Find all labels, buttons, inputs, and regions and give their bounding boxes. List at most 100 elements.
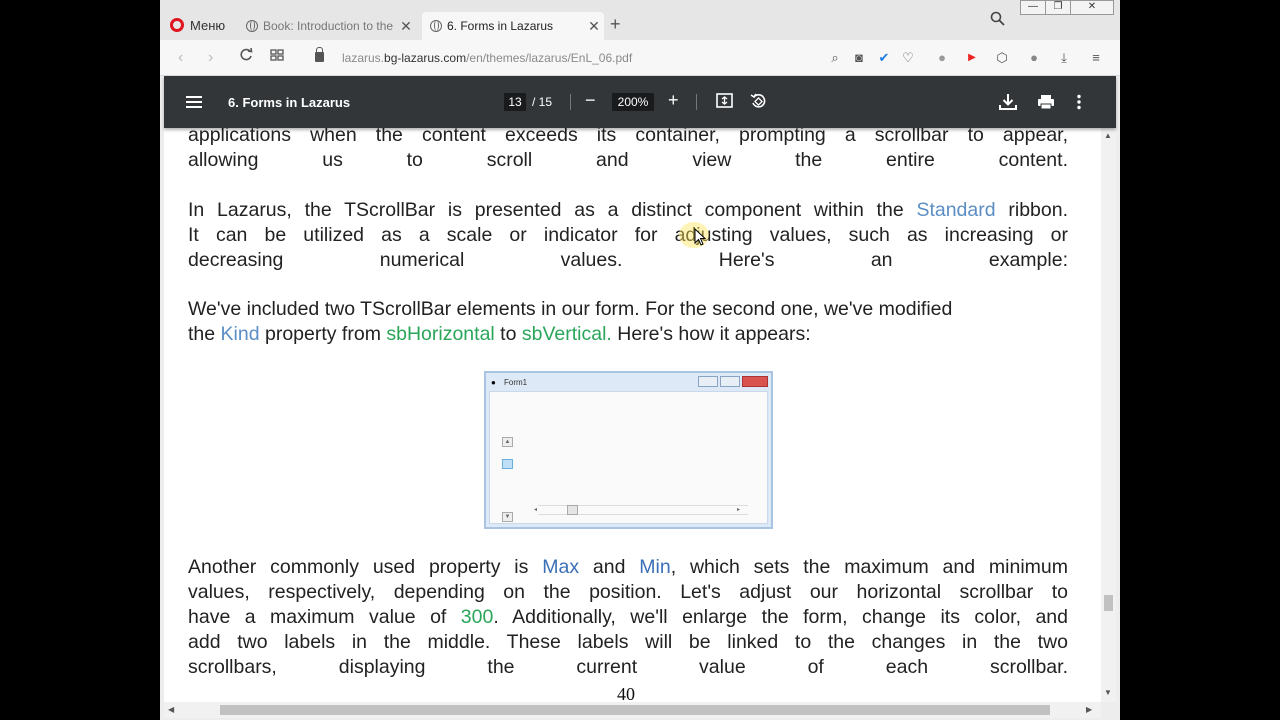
- text-line: scrollbars, displaying the current value…: [188, 656, 1068, 678]
- zoom-out-button[interactable]: −: [585, 90, 596, 111]
- menu-hamburger-icon[interactable]: [186, 96, 202, 108]
- horizontal-page-scrollbar[interactable]: ◀ ▶: [164, 702, 1101, 718]
- forward-icon[interactable]: ›: [208, 49, 213, 67]
- minimize-icon[interactable]: —: [1020, 0, 1046, 15]
- text-span: ribbon.: [995, 199, 1068, 221]
- paragraph-two-scrollbars: We've included two TScrollBar elements i…: [188, 297, 1068, 347]
- address-bar: ‹ › lazarus.bg-lazarus.com/en/themes/laz…: [160, 40, 1120, 76]
- speed-dial-grid-icon[interactable]: [270, 48, 284, 67]
- scroll-thumb[interactable]: [220, 705, 1050, 715]
- mouse-cursor-icon: [694, 228, 706, 246]
- back-icon[interactable]: ‹: [178, 49, 183, 67]
- close-tab-icon[interactable]: ✕: [584, 18, 604, 35]
- lazarus-app-icon: ●: [491, 378, 496, 387]
- text-line: We've included two TScrollBar elements i…: [188, 298, 953, 320]
- globe-icon: [246, 20, 258, 32]
- text-line: Another commonly used property is Max an…: [188, 555, 1068, 580]
- horizontal-scrollbar: ◂ ▸: [534, 505, 748, 515]
- scroll-thumb[interactable]: [1104, 595, 1113, 611]
- scroll-right-arrow-icon: ▸: [736, 507, 740, 513]
- sbvertical-term: sbVertical.: [521, 323, 612, 345]
- text-line: In Lazarus, the TScrollBar is presented …: [188, 198, 1068, 223]
- min-term: Min: [639, 556, 671, 578]
- page-total: / 15: [532, 95, 553, 109]
- text-line: the Kind property from sbHorizontal to s…: [188, 322, 1068, 347]
- rotate-icon[interactable]: [750, 93, 767, 115]
- form1-screenshot-image: ● Form1 ▲ ▼ ◂ ▸: [484, 371, 773, 529]
- scroll-thumb: [567, 505, 578, 515]
- scroll-thumb: [502, 459, 513, 469]
- menu-label: Меню: [190, 17, 226, 33]
- page-number-input[interactable]: 13: [504, 93, 526, 111]
- pdf-toolbar: 6. Forms in Lazarus 13 / 15 − 200% +: [164, 76, 1116, 128]
- tab-title: Book: Introduction to the L: [263, 19, 396, 33]
- form1-client-area: ▲ ▼ ◂ ▸: [489, 391, 768, 524]
- standard-ribbon-term: Standard: [916, 199, 996, 221]
- vertical-scrollbar: ▲ ▼: [502, 437, 514, 523]
- scroll-up-arrow-icon[interactable]: ▲: [1104, 131, 1112, 140]
- vpn-shield-icon[interactable]: ✔: [876, 50, 892, 66]
- more-options-icon[interactable]: [1077, 94, 1081, 115]
- text-span: Another commonly used property is: [188, 556, 543, 578]
- new-tab-button[interactable]: +: [610, 14, 621, 35]
- sbhorizontal-term: sbHorizontal: [386, 323, 495, 345]
- extension-toggle-icon[interactable]: ●: [934, 50, 950, 65]
- opera-menu-button[interactable]: Меню: [170, 14, 225, 36]
- value-300-term: 300: [460, 606, 494, 628]
- camera-snapshot-icon[interactable]: ◙: [851, 50, 867, 65]
- profile-avatar-icon[interactable]: ●: [1026, 50, 1042, 65]
- scroll-up-arrow-icon: ▲: [502, 437, 513, 447]
- text-span: and: [579, 556, 640, 578]
- zoom-in-button[interactable]: +: [668, 90, 679, 111]
- close-window-icon[interactable]: ✕: [1070, 0, 1114, 15]
- vertical-page-scrollbar[interactable]: ▲ ▼: [1101, 128, 1116, 702]
- text-span: In Lazarus, the TScrollBar is presented …: [188, 199, 917, 221]
- lock-icon[interactable]: [315, 47, 324, 62]
- text-line: allowing us to scroll and view the entir…: [188, 149, 1068, 171]
- text-span: , which sets the maximum and minimum: [670, 556, 1068, 578]
- text-span: . Additionally, we'll enlarge the form, …: [493, 606, 1068, 628]
- kind-term: Kind: [220, 323, 260, 345]
- search-page-icon[interactable]: ⌕: [827, 50, 843, 66]
- pdf-page[interactable]: applications when the content exceeds it…: [164, 128, 1101, 702]
- scroll-left-arrow-icon[interactable]: ◀: [168, 705, 174, 714]
- browser-window: Меню Book: Introduction to the L ✕ 6. Fo…: [160, 0, 1120, 720]
- scroll-left-arrow-icon: ◂: [534, 507, 538, 513]
- text-span: the: [188, 323, 221, 345]
- scroll-down-arrow-icon[interactable]: ▼: [1104, 688, 1112, 697]
- downloads-icon[interactable]: ⤓: [1056, 50, 1072, 66]
- tab-forms-in-lazarus[interactable]: 6. Forms in Lazarus ✕: [422, 12, 604, 40]
- text-line: add two labels in the middle. These labe…: [188, 631, 1068, 653]
- paragraph-tscrollbar: In Lazarus, the TScrollBar is presented …: [188, 198, 1068, 273]
- heart-bookmark-icon[interactable]: ♡: [900, 50, 916, 66]
- easy-setup-icon[interactable]: ≡: [1088, 50, 1104, 65]
- url-host: bg-lazarus.com: [384, 51, 467, 65]
- search-tabs-icon[interactable]: [990, 11, 1005, 30]
- form1-maximize-icon: [720, 376, 740, 387]
- text-line: have a maximum value of 300. Additionall…: [188, 605, 1068, 630]
- scroll-right-arrow-icon[interactable]: ▶: [1086, 705, 1092, 714]
- max-term: Max: [542, 556, 580, 578]
- url-field[interactable]: lazarus.bg-lazarus.com/en/themes/lazarus…: [342, 51, 632, 65]
- form1-minimize-icon: [698, 376, 718, 387]
- tab-book-introduction[interactable]: Book: Introduction to the L ✕: [238, 12, 416, 40]
- text-span: to: [494, 323, 522, 345]
- url-host-prefix: lazarus.: [342, 51, 385, 65]
- reload-icon[interactable]: [239, 47, 253, 67]
- tab-title: 6. Forms in Lazarus: [447, 19, 554, 33]
- cube-extension-icon[interactable]: ⬡: [994, 50, 1010, 66]
- restore-icon[interactable]: ❐: [1045, 0, 1071, 15]
- form1-title: Form1: [504, 378, 528, 387]
- form1-close-icon: [742, 376, 768, 387]
- opera-logo-icon: [170, 18, 184, 32]
- print-icon[interactable]: [1037, 94, 1055, 115]
- scroll-down-arrow-icon: ▼: [502, 512, 513, 522]
- paragraph-max-min: Another commonly used property is Max an…: [188, 555, 1068, 680]
- zoom-level-input[interactable]: 200%: [612, 93, 654, 111]
- close-tab-icon[interactable]: ✕: [396, 18, 416, 35]
- fit-to-page-icon[interactable]: [716, 93, 733, 113]
- text-line: decreasing numerical values. Here's an e…: [188, 249, 1068, 271]
- youtube-extension-icon[interactable]: ▶: [964, 52, 980, 63]
- download-icon[interactable]: [999, 93, 1017, 115]
- text-line: values, respectively, depending on the p…: [188, 581, 1068, 603]
